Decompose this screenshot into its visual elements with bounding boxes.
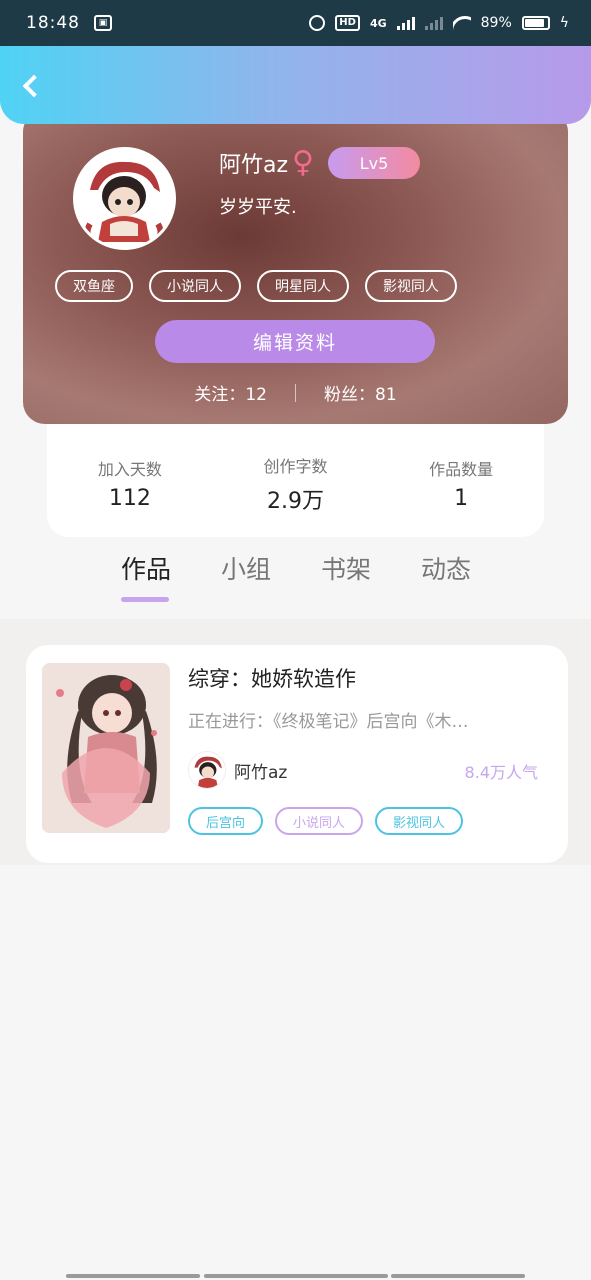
username-row: 阿竹az ♀ Lv5 [219, 145, 421, 180]
work-description: 正在进行：《终极笔记》后宫向《木… [188, 712, 469, 732]
home-indicator [391, 1274, 525, 1278]
female-gender-icon: ♀ [292, 145, 315, 180]
tab-activity[interactable]: 动态 [396, 550, 496, 602]
stat-label: 创作字数 [263, 456, 328, 476]
notification-app-icon: ▣ [94, 15, 112, 31]
work-tag: 小说同人 [275, 807, 364, 835]
signal-icon [396, 16, 415, 30]
home-indicator [204, 1274, 388, 1278]
work-card[interactable]: 综穿：她娇软造作 正在进行：《终极笔记》后宫向《木… 阿竹az 8.4万人气 后… [26, 645, 568, 863]
book-cover[interactable] [42, 663, 170, 833]
home-indicator [66, 1274, 200, 1278]
stats-card: 加入天数 112 创作字数 2.9万 作品数量 1 [47, 420, 544, 537]
profile-tag: 影视同人 [365, 270, 457, 302]
bio-text: 岁岁平安. [219, 197, 297, 218]
author-avatar [188, 751, 226, 789]
tab-groups[interactable]: 小组 [196, 550, 296, 602]
popularity-count: 8.4万人气 [464, 763, 538, 782]
username: 阿竹az [219, 153, 289, 178]
followers-count[interactable]: 粉丝：81 [324, 380, 397, 405]
tab-bookshelf[interactable]: 书架 [296, 550, 396, 602]
stat-days-joined: 加入天数 112 [55, 456, 205, 511]
profile-card: 阿竹az ♀ Lv5 岁岁平安. 双鱼座 小说同人 明星同人 影视同人 编辑资料… [23, 110, 568, 424]
profile-tag: 明星同人 [257, 270, 349, 302]
profile-tags: 双鱼座 小说同人 明星同人 影视同人 [55, 270, 457, 302]
stat-value: 112 [108, 486, 151, 511]
battery-percent: 89% [480, 15, 512, 31]
stat-label: 作品数量 [429, 460, 494, 479]
stat-value: 1 [454, 486, 469, 511]
work-tag: 影视同人 [375, 807, 464, 835]
charging-icon: ϟ [559, 15, 569, 31]
stat-words-written: 创作字数 2.9万 [220, 453, 370, 515]
battery-icon [521, 16, 550, 30]
level-badge: Lv5 [328, 147, 421, 179]
tab-works[interactable]: 作品 [96, 550, 196, 602]
back-arrow-icon[interactable] [16, 68, 48, 104]
work-title[interactable]: 综穿：她娇软造作 [188, 663, 356, 693]
stat-value: 2.9万 [266, 488, 324, 514]
divider [295, 383, 296, 402]
work-tag: 后宫向 [188, 807, 264, 835]
status-bar: 18:48 ▣ HD 4G 89% ϟ [0, 0, 591, 46]
network-type: 4G [369, 16, 387, 30]
profile-tag: 双鱼座 [55, 270, 133, 302]
author-name: 阿竹az [234, 762, 288, 783]
top-header [0, 46, 591, 124]
stat-label: 加入天数 [97, 460, 162, 479]
status-icons: HD 4G 89% ϟ [309, 15, 569, 31]
wifi-icon [453, 16, 471, 30]
following-count[interactable]: 关注：12 [194, 380, 267, 405]
avatar[interactable] [73, 147, 176, 250]
alarm-icon [309, 15, 326, 31]
status-time: 18:48 [26, 13, 80, 33]
profile-tag: 小说同人 [149, 270, 241, 302]
stat-works-count: 作品数量 1 [386, 456, 536, 511]
hd-icon: HD [335, 15, 360, 31]
signal-2-icon [424, 16, 443, 30]
work-tags: 后宫向 小说同人 影视同人 [188, 807, 464, 835]
work-author: 阿竹az [188, 751, 287, 789]
edit-profile-button[interactable]: 编辑资料 [155, 320, 435, 363]
follow-stats: 关注：12 粉丝：81 [23, 380, 568, 405]
content-tabs: 作品 小组 书架 动态 [96, 550, 496, 602]
